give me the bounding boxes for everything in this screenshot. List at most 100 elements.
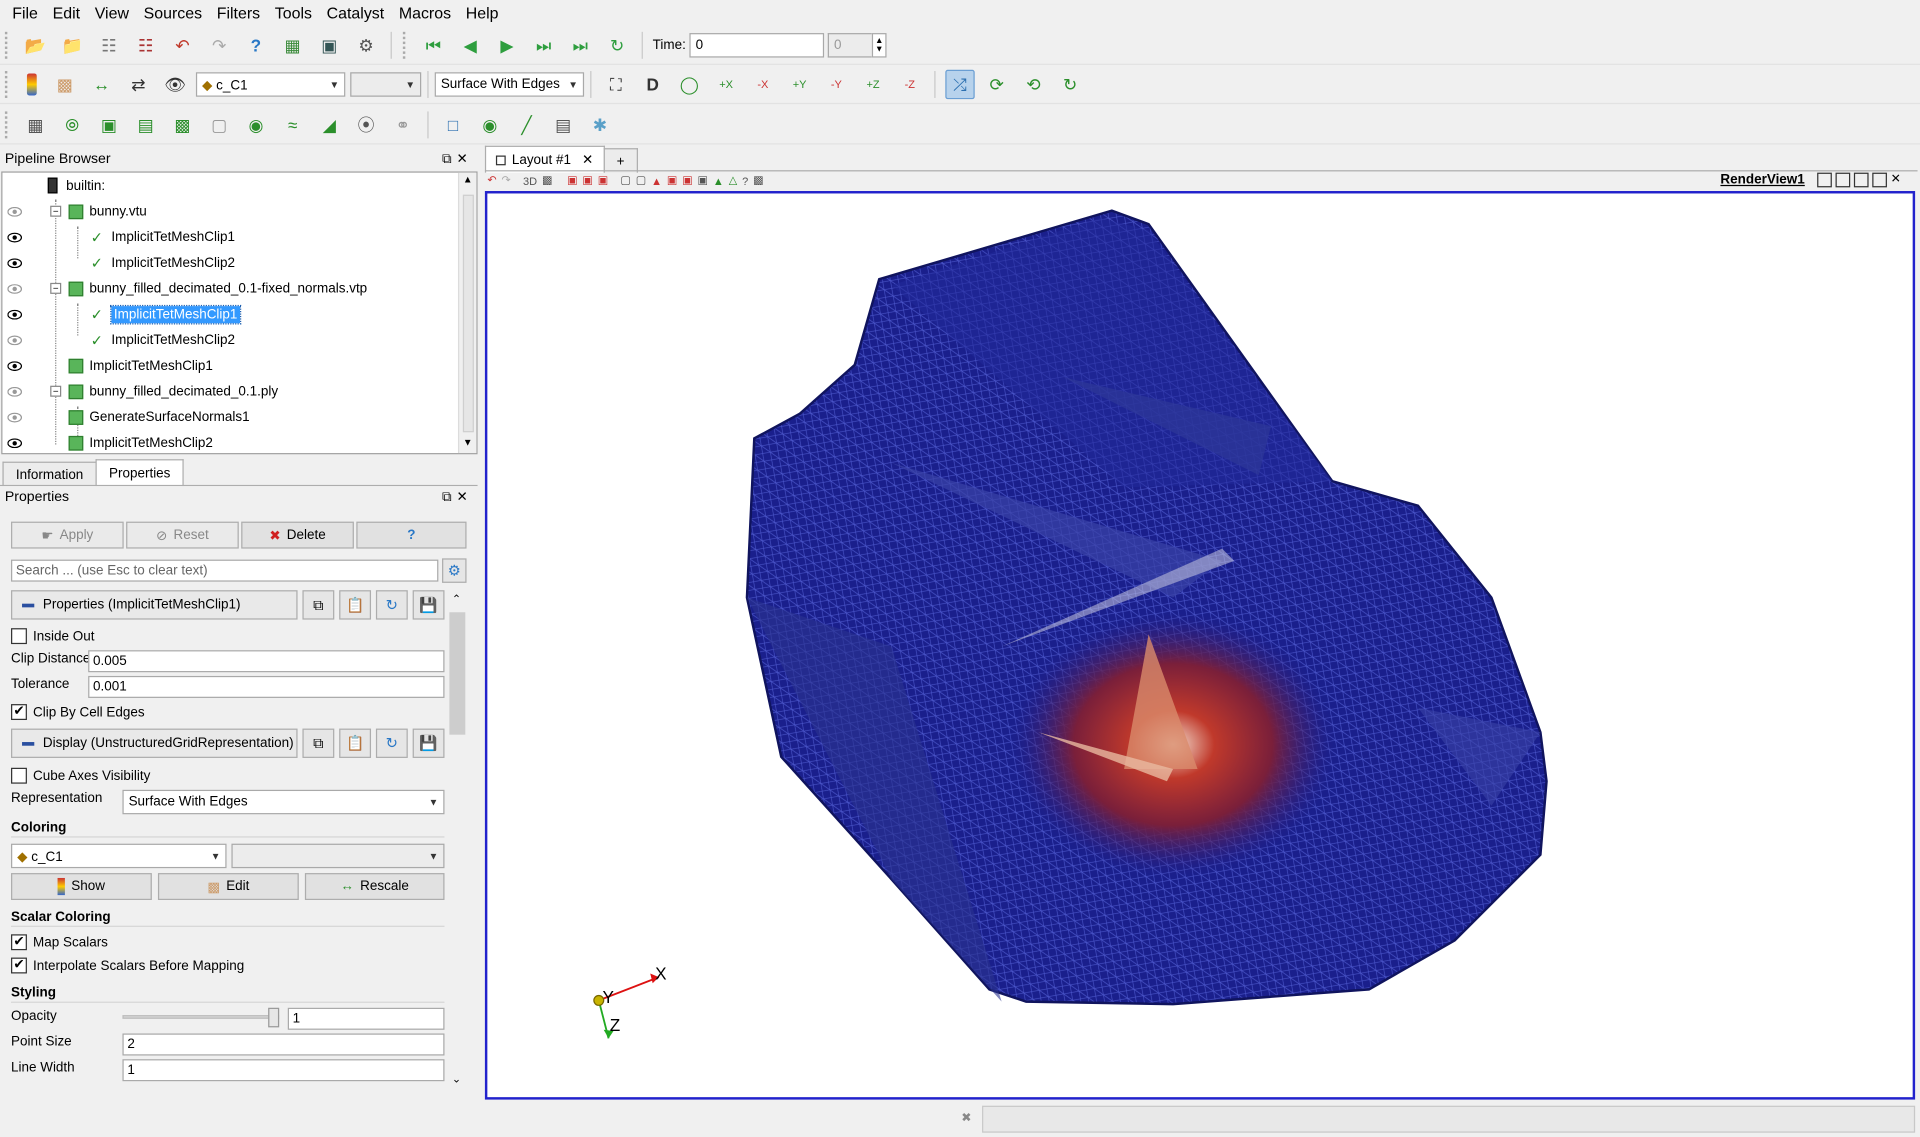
- coloring-array-combo[interactable]: ◆ c_C1 ▼: [11, 843, 227, 869]
- copy-display-icon[interactable]: ⧉: [302, 728, 335, 758]
- select-frustum-icon[interactable]: ▣: [598, 174, 608, 187]
- scrollbar-thumb[interactable]: [449, 612, 466, 735]
- properties-scrollbar[interactable]: ⌃ ⌄: [448, 590, 467, 1093]
- zoom-to-data-icon[interactable]: D: [638, 70, 667, 99]
- delete-button[interactable]: ✖ Delete: [241, 521, 354, 549]
- view-minus-y-icon[interactable]: -Y: [822, 70, 851, 99]
- hover-info-icon[interactable]: ?: [742, 174, 748, 186]
- menu-catalyst[interactable]: Catalyst: [319, 0, 391, 26]
- histogram-icon[interactable]: ▤: [549, 110, 578, 139]
- collapse-icon[interactable]: −: [50, 205, 62, 217]
- tab-layout-1[interactable]: Layout #1 ✕: [484, 145, 605, 173]
- disconnect-icon[interactable]: ▣: [315, 31, 344, 60]
- render-canvas[interactable]: X Y Z: [487, 193, 1912, 1097]
- interpolate-scalars-checkbox[interactable]: ✔: [11, 957, 27, 974]
- warp-by-vector-icon[interactable]: ◢: [315, 110, 344, 139]
- select-cells-icon[interactable]: ▣: [582, 174, 592, 187]
- menu-filters[interactable]: Filters: [209, 0, 267, 26]
- grow-selection-icon[interactable]: ▲: [713, 174, 724, 186]
- rescale-visible-icon[interactable]: 👁: [160, 70, 189, 99]
- time-input[interactable]: 0: [689, 33, 825, 58]
- save-defaults-icon[interactable]: 💾: [412, 590, 445, 620]
- view-3d-toggle[interactable]: 3D: [523, 174, 537, 186]
- view-minus-x-icon[interactable]: -X: [748, 70, 777, 99]
- clip-by-cell-edges-checkbox[interactable]: ✔: [11, 704, 27, 721]
- tolerance-field[interactable]: 0.001: [88, 675, 445, 698]
- zoom-to-box-icon[interactable]: ◯: [675, 70, 704, 99]
- select-points-icon[interactable]: ▣: [567, 174, 577, 187]
- interactive-select-icon[interactable]: ▣: [682, 174, 692, 187]
- eye-icon[interactable]: [7, 333, 23, 348]
- undo-icon[interactable]: ↶: [168, 31, 197, 60]
- apply-isometric-icon[interactable]: ↻: [1056, 70, 1085, 99]
- camera-redo-icon[interactable]: ↷: [501, 174, 510, 187]
- play-icon[interactable]: ▶: [492, 31, 521, 60]
- group-datasets-icon[interactable]: ⦿: [351, 110, 380, 139]
- opacity-field[interactable]: 1: [287, 1007, 445, 1030]
- menu-view[interactable]: View: [87, 0, 136, 26]
- menu-sources[interactable]: Sources: [136, 0, 209, 26]
- scroll-down-icon[interactable]: ▼: [463, 437, 473, 448]
- save-state-icon[interactable]: ☷: [94, 31, 123, 60]
- menu-file[interactable]: File: [5, 0, 45, 26]
- tree-item[interactable]: ✓ ImplicitTetMeshClip2: [2, 250, 458, 276]
- coloring-component-combo[interactable]: ▼: [231, 843, 445, 869]
- calculator-icon[interactable]: ▦: [21, 110, 50, 139]
- restore-display-defaults-icon[interactable]: ↻: [375, 728, 408, 758]
- slice-icon[interactable]: ▤: [131, 110, 160, 139]
- property-search-input[interactable]: Search ... (use Esc to clear text): [11, 559, 439, 582]
- tree-item[interactable]: ✓ ImplicitTetMeshClip2: [2, 327, 458, 353]
- contour-icon[interactable]: ⦾: [58, 110, 87, 139]
- interaction-mode-icon[interactable]: ⤮: [945, 69, 975, 100]
- undock-view-icon[interactable]: [1872, 172, 1887, 188]
- edit-colormap-icon[interactable]: ▩: [50, 70, 79, 99]
- axes-grid-icon[interactable]: ✱: [585, 110, 614, 139]
- load-state-icon[interactable]: ☷: [131, 31, 160, 60]
- save-display-defaults-icon[interactable]: 💾: [412, 728, 445, 758]
- cube-axes-checkbox[interactable]: [11, 767, 27, 784]
- select-cells-icon[interactable]: □: [438, 110, 467, 139]
- hover-points-icon[interactable]: ▣: [698, 174, 708, 187]
- reset-button[interactable]: ⊘ Reset: [126, 521, 239, 549]
- tree-item-selected[interactable]: ✓ ImplicitTetMeshClip1: [2, 301, 458, 327]
- close-view-icon[interactable]: ✕: [1891, 173, 1906, 188]
- show-colorbar-button[interactable]: Show: [11, 873, 152, 901]
- redo-icon[interactable]: ↷: [204, 31, 233, 60]
- add-layout-tab[interactable]: +: [603, 148, 638, 173]
- eye-icon[interactable]: [7, 282, 23, 297]
- menu-macros[interactable]: Macros: [392, 0, 459, 26]
- first-frame-icon[interactable]: ⏮: [419, 31, 448, 60]
- restore-defaults-icon[interactable]: ↻: [375, 590, 408, 620]
- eye-icon[interactable]: [7, 204, 23, 219]
- shrink-selection-icon[interactable]: △: [729, 174, 737, 187]
- collapse-icon[interactable]: −: [50, 282, 62, 294]
- rotate-90-cw-icon[interactable]: ⟳: [982, 70, 1011, 99]
- tree-item[interactable]: − bunny.vtu: [2, 198, 458, 224]
- toolbar-grip[interactable]: [4, 111, 12, 139]
- display-section-header[interactable]: Display (UnstructuredGridRepresentation): [11, 728, 298, 758]
- glyph-icon[interactable]: ◉: [241, 110, 270, 139]
- rotate-90-ccw-icon[interactable]: ⟲: [1019, 70, 1048, 99]
- render-view[interactable]: X Y Z: [484, 191, 1916, 1100]
- select-blocks-icon[interactable]: ▣: [667, 174, 677, 187]
- color-legend-icon[interactable]: [26, 73, 37, 96]
- macro-icon[interactable]: ⚙: [351, 31, 380, 60]
- select-points-on-icon[interactable]: ▢: [620, 174, 630, 187]
- status-close-icon[interactable]: ✖: [961, 1112, 978, 1137]
- time-step-spinbox[interactable]: 0: [827, 33, 872, 58]
- extract-level-icon[interactable]: ⚭: [388, 110, 417, 139]
- map-scalars-checkbox[interactable]: ✔: [11, 934, 27, 951]
- edit-colormap-button[interactable]: ▩ Edit: [157, 873, 299, 901]
- eye-icon[interactable]: [7, 230, 23, 245]
- eye-icon[interactable]: [7, 307, 23, 322]
- advanced-properties-gear-icon[interactable]: ⚙: [442, 558, 467, 583]
- help-button[interactable]: ?: [356, 521, 467, 549]
- next-frame-icon[interactable]: ⏭: [529, 31, 558, 60]
- time-step-spin-arrows[interactable]: ▲ ▼: [871, 33, 887, 58]
- paste-properties-icon[interactable]: 📋: [339, 590, 372, 620]
- scroll-up-icon[interactable]: ⌃: [452, 593, 461, 606]
- view-plus-z-icon[interactable]: +Z: [858, 70, 887, 99]
- properties-section-header[interactable]: Properties (ImplicitTetMeshClip1): [11, 590, 298, 620]
- capture-screenshot-icon[interactable]: ▩: [542, 174, 552, 187]
- tree-item-builtin[interactable]: builtin:: [2, 173, 458, 199]
